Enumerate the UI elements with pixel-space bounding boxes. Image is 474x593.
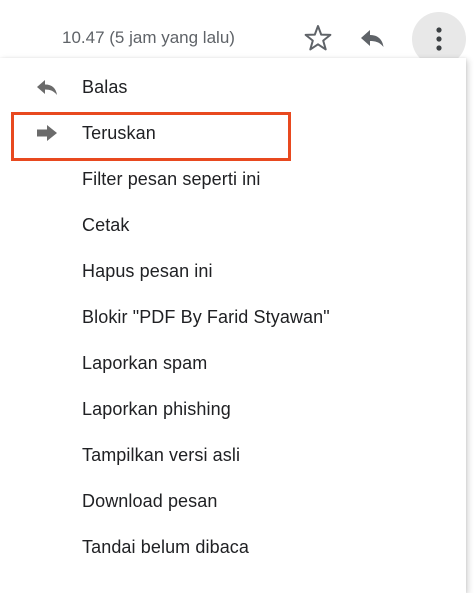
menu-item-cetak[interactable]: Cetak [0,202,466,248]
reply-icon [36,77,58,97]
menu-item-label: Balas [82,77,128,97]
more-options-menu: Balas Teruskan Filter pesan seperti ini … [0,58,466,593]
menu-item-label: Download pesan [82,491,218,511]
email-actions-screen: 10.47 (5 jam yang lalu) Balas Teruskan F… [0,0,474,593]
menu-item-label: Blokir "PDF By Farid Styawan" [82,307,330,327]
star-outline-icon [304,25,332,51]
menu-item-label: Laporkan phishing [82,399,231,419]
menu-item-laporkan-spam[interactable]: Laporkan spam [0,340,466,386]
menu-item-label: Laporkan spam [82,353,208,373]
menu-item-tandai-belum-dibaca[interactable]: Tandai belum dibaca [0,524,466,570]
menu-item-filter[interactable]: Filter pesan seperti ini [0,156,466,202]
message-header: 10.47 (5 jam yang lalu) [0,0,474,66]
menu-item-balas[interactable]: Balas [0,64,466,110]
menu-item-label: Teruskan [82,123,156,143]
menu-item-label: Cetak [82,215,130,235]
forward-icon [36,123,58,143]
menu-item-hapus[interactable]: Hapus pesan ini [0,248,466,294]
star-button[interactable] [300,20,336,56]
menu-item-laporkan-phishing[interactable]: Laporkan phishing [0,386,466,432]
message-timestamp: 10.47 (5 jam yang lalu) [62,28,235,47]
reply-icon [361,30,384,47]
menu-item-label: Tandai belum dibaca [82,537,250,557]
menu-item-label: Tampilkan versi asli [82,445,241,465]
menu-item-tampilkan-versi-asli[interactable]: Tampilkan versi asli [0,432,466,478]
reply-button[interactable] [354,20,390,56]
menu-item-download-pesan[interactable]: Download pesan [0,478,466,524]
menu-item-teruskan[interactable]: Teruskan [0,110,466,156]
menu-item-label: Filter pesan seperti ini [82,169,261,189]
menu-item-blokir[interactable]: Blokir "PDF By Farid Styawan" [0,294,466,340]
menu-item-label: Hapus pesan ini [82,261,213,281]
